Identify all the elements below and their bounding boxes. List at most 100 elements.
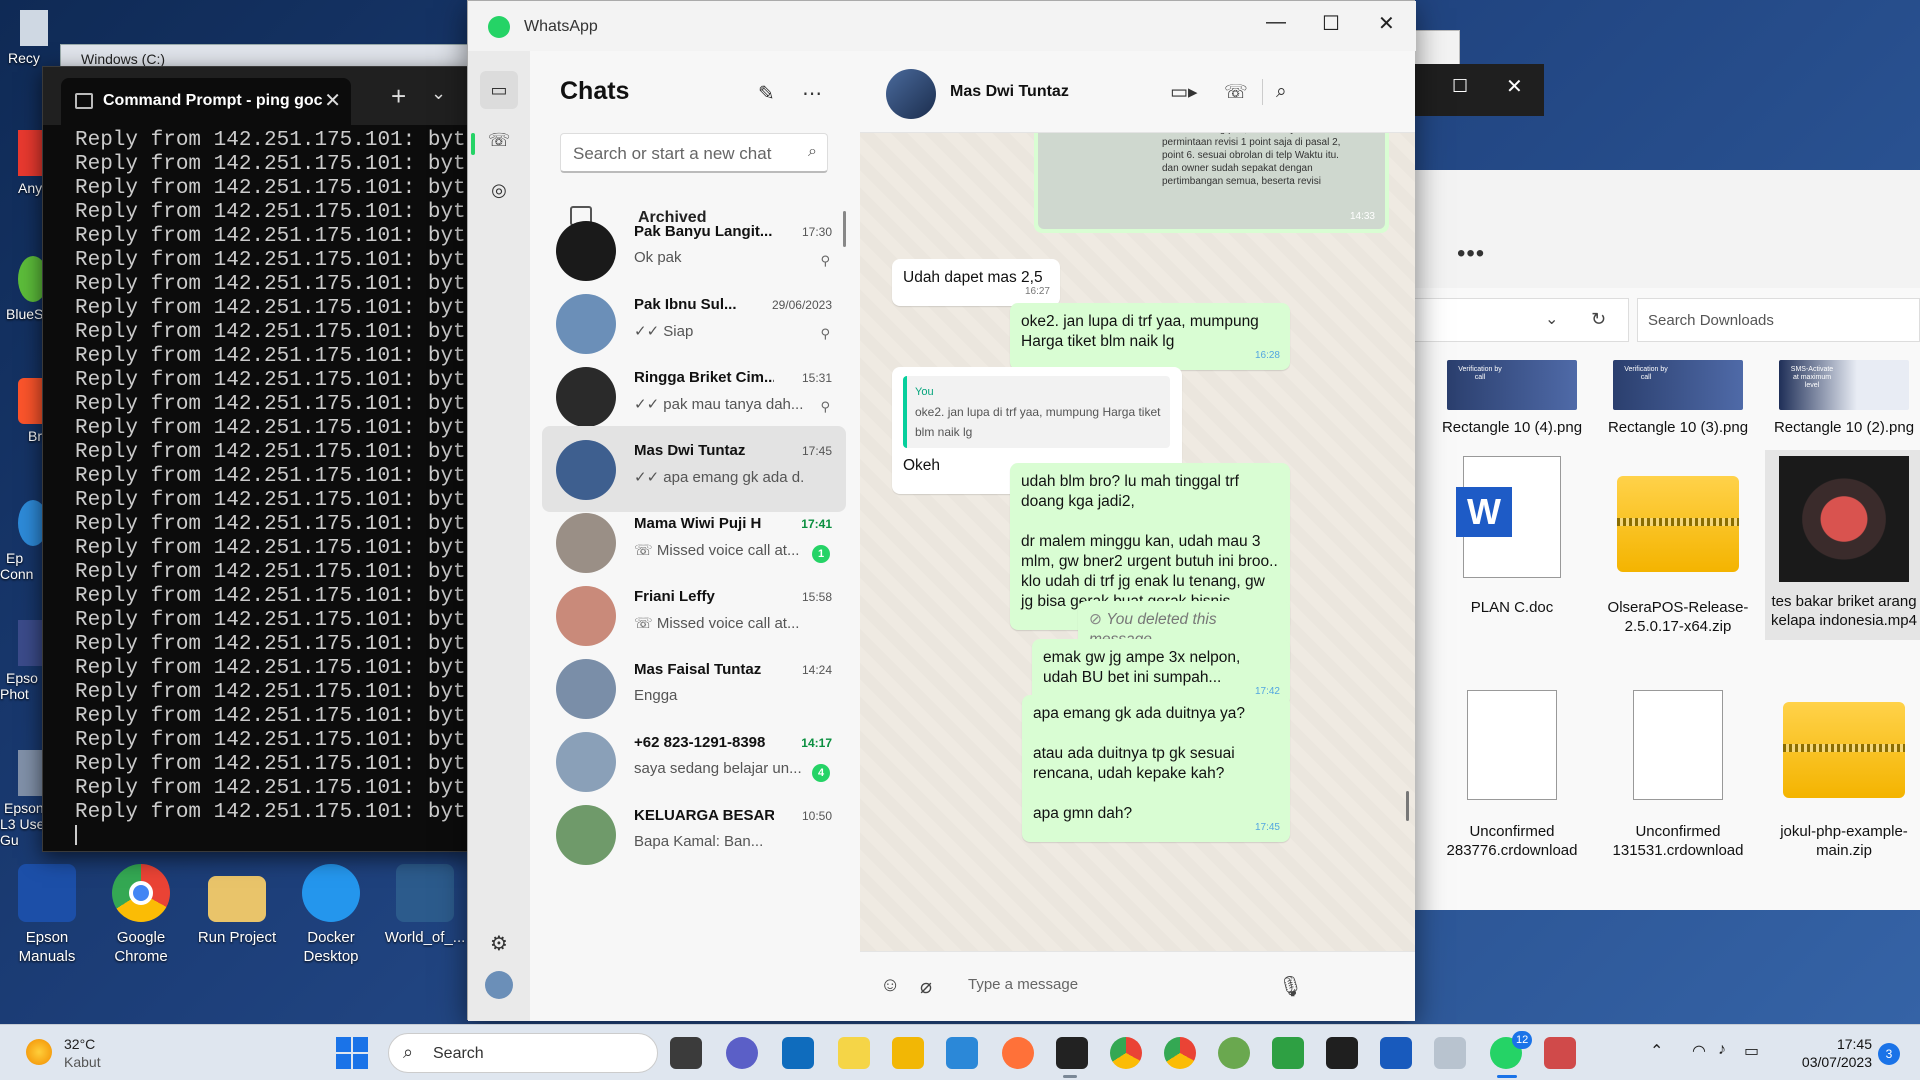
close-tab-icon[interactable]: ✕ (324, 88, 341, 113)
contact-name[interactable]: Mas Dwi Tuntaz (950, 83, 1069, 101)
voice-call-icon[interactable]: ☏ (1224, 81, 1248, 104)
close-icon[interactable]: ✕ (1506, 74, 1523, 99)
background-window-titlebar[interactable]: ☐ ✕ (1410, 64, 1544, 116)
profile-avatar[interactable] (485, 971, 513, 999)
command-prompt-window[interactable]: Command Prompt - ping goc ✕ + ⌄ Reply fr… (42, 66, 472, 852)
mail-icon[interactable] (782, 1037, 814, 1069)
chrome-profile-taskbar-icon[interactable] (1164, 1037, 1196, 1069)
bluestacks-icon[interactable]: BlueS (0, 256, 48, 326)
scrollbar[interactable] (843, 211, 846, 247)
brave-icon[interactable]: Br (0, 378, 48, 448)
cmd-tab[interactable]: Command Prompt - ping goc ✕ (61, 78, 351, 125)
file-icon (1467, 690, 1557, 800)
fbs-icon[interactable] (1272, 1037, 1304, 1069)
notification-badge[interactable]: 3 (1878, 1043, 1900, 1065)
minimize-button[interactable]: — (1266, 11, 1286, 34)
status-nav-icon[interactable]: ◎ (480, 171, 518, 209)
chat-name: Friani Leffy (634, 588, 715, 605)
file-item[interactable]: OlseraPOS-Release-2.5.0.17-x64.zip (1599, 456, 1757, 636)
image-message[interactable]: Selamat siang pak, kami hanya ada permin… (1034, 133, 1389, 233)
chat-list-item[interactable]: KELUARGA BESAR... 10:50 Bapa Kamal: Ban... (542, 791, 846, 877)
store-icon[interactable] (946, 1037, 978, 1069)
desktop-icon-run-project[interactable]: Run Project (192, 864, 282, 947)
desktop-icon-epson-manuals[interactable]: Epson Manuals (2, 864, 92, 966)
menu-icon[interactable]: ⋯ (802, 81, 822, 106)
emoji-icon[interactable]: ☺ (880, 974, 900, 997)
epson-photo-icon[interactable]: Epso Phot (0, 620, 48, 716)
chats-nav-icon[interactable]: ▭ (480, 71, 518, 109)
wifi-icon[interactable]: ◠ (1692, 1041, 1706, 1061)
search-chats-input[interactable]: Search or start a new chat ⌕ (560, 133, 828, 173)
more-options-button[interactable]: ••• (1457, 240, 1485, 268)
teams-icon[interactable] (726, 1037, 758, 1069)
cmd-output-line: Reply from 142.251.175.101: bytes (75, 297, 471, 320)
cmd-output-line: Reply from 142.251.175.101: bytes (75, 153, 471, 176)
desktop-icon-google-chrome[interactable]: Google Chrome (96, 864, 186, 966)
maximize-button[interactable]: ☐ (1322, 11, 1340, 36)
file-item[interactable]: Unconfirmed 283776.crdownload (1433, 690, 1591, 860)
video-call-icon[interactable]: ▭▸ (1170, 81, 1198, 104)
file-item[interactable]: W PLAN C.doc (1433, 456, 1591, 617)
divider (1262, 79, 1263, 105)
image-attachment[interactable]: Selamat siang pak, kami hanya ada permin… (1038, 133, 1385, 229)
chevron-down-icon[interactable]: ⌄ (1545, 309, 1558, 329)
weather-condition: Kabut (64, 1054, 101, 1070)
chevron-up-icon[interactable]: ⌃ (1650, 1041, 1663, 1061)
battery-icon[interactable]: ▭ (1744, 1041, 1759, 1061)
search-downloads-input[interactable]: Search Downloads (1637, 298, 1920, 342)
message-input[interactable]: Type a message (968, 976, 1078, 993)
terminal-app-icon[interactable] (1056, 1037, 1088, 1069)
file-explorer-window[interactable]: ••• ⌄ ↻ Search Downloads Verification by… (1415, 170, 1920, 910)
file-explorer-icon[interactable] (892, 1037, 924, 1069)
start-button[interactable] (336, 1037, 368, 1069)
calculator-icon[interactable] (1434, 1037, 1466, 1069)
file-item[interactable]: Unconfirmed 131531.crdownload (1599, 690, 1757, 860)
quoted-message[interactable]: You oke2. jan lupa di trf yaa, mumpung Ha… (903, 376, 1170, 448)
message-list[interactable]: Selamat siang pak, kami hanya ada permin… (860, 133, 1415, 951)
search-messages-icon[interactable]: ⌕ (1276, 81, 1287, 103)
close-button[interactable]: ✕ (1378, 11, 1395, 36)
cmd-taskbar-icon[interactable] (1326, 1037, 1358, 1069)
firefox-icon[interactable] (1002, 1037, 1034, 1069)
file-item[interactable]: jokul-php-example-main.zip (1765, 690, 1920, 860)
conversation-header[interactable]: Mas Dwi Tuntaz ▭▸ ☏ ⌕ (860, 51, 1415, 133)
maximize-icon[interactable]: ☐ (1452, 76, 1468, 97)
epson-connect-icon[interactable]: Ep Conn (0, 500, 48, 596)
recycle-bin-icon[interactable]: Recy (0, 10, 48, 80)
anydesk-icon[interactable]: Any (0, 130, 48, 200)
snipping-tool-icon[interactable] (1544, 1037, 1576, 1069)
file-item[interactable]: SMS-Activate at maximum level Rectangle 1… (1765, 360, 1920, 437)
address-bar[interactable]: ⌄ ↻ (1415, 298, 1629, 342)
task-view-icon[interactable] (670, 1037, 702, 1069)
incoming-message[interactable]: Udah dapet mas 2,5 16:27 (892, 259, 1060, 306)
chrome-taskbar-icon[interactable] (1110, 1037, 1142, 1069)
file-item[interactable]: Verification by call Rectangle 10 (3).png (1599, 360, 1757, 437)
file-item-selected[interactable]: tes bakar briket arang kelapa indonesia.… (1765, 450, 1920, 640)
window-title: WhatsApp (524, 18, 598, 35)
desktop-icon-world-of[interactable]: World_of_... (380, 864, 470, 947)
taskbar-search[interactable]: ⌕ Search (388, 1033, 658, 1073)
desktop-icon-docker-desktop[interactable]: Docker Desktop (286, 864, 376, 966)
refresh-icon[interactable]: ↻ (1591, 309, 1606, 330)
conversation-scrollbar[interactable] (1406, 791, 1409, 821)
chat-time: 15:31 (801, 371, 832, 385)
clock[interactable]: 17:45 03/07/2023 (1786, 1035, 1872, 1071)
cmd-output[interactable]: Reply from 142.251.175.101: bytes Reply f… (43, 125, 471, 845)
calls-nav-icon[interactable]: ☏ (480, 121, 518, 159)
tab-dropdown-button[interactable]: ⌄ (431, 83, 446, 104)
whatsapp-window[interactable]: WhatsApp — ☐ ✕ ▭ ☏ ◎ ⚙ Chats ✎ ⋯ Search … (467, 0, 1416, 1021)
outgoing-message[interactable]: oke2. jan lupa di trf yaa, mumpung Harga… (1010, 303, 1290, 370)
sticky-notes-icon[interactable] (838, 1037, 870, 1069)
app-taskbar-icon[interactable] (1218, 1037, 1250, 1069)
file-item[interactable]: Verification by call Rectangle 10 (4).png (1433, 360, 1591, 437)
word-icon[interactable] (1380, 1037, 1412, 1069)
cmd-output-line: Reply from 142.251.175.101: bytes (75, 801, 471, 824)
volume-icon[interactable]: ♪ (1718, 1041, 1726, 1059)
attach-icon[interactable]: ⌀ (920, 974, 932, 999)
outgoing-message[interactable]: apa emang gk ada duitnya ya? atau ada du… (1022, 695, 1290, 842)
microphone-icon[interactable]: 🎙 (1278, 974, 1303, 999)
settings-icon[interactable]: ⚙ (480, 925, 518, 963)
new-tab-button[interactable]: + (391, 81, 406, 112)
contact-avatar[interactable] (886, 69, 936, 119)
new-chat-icon[interactable]: ✎ (758, 81, 775, 106)
